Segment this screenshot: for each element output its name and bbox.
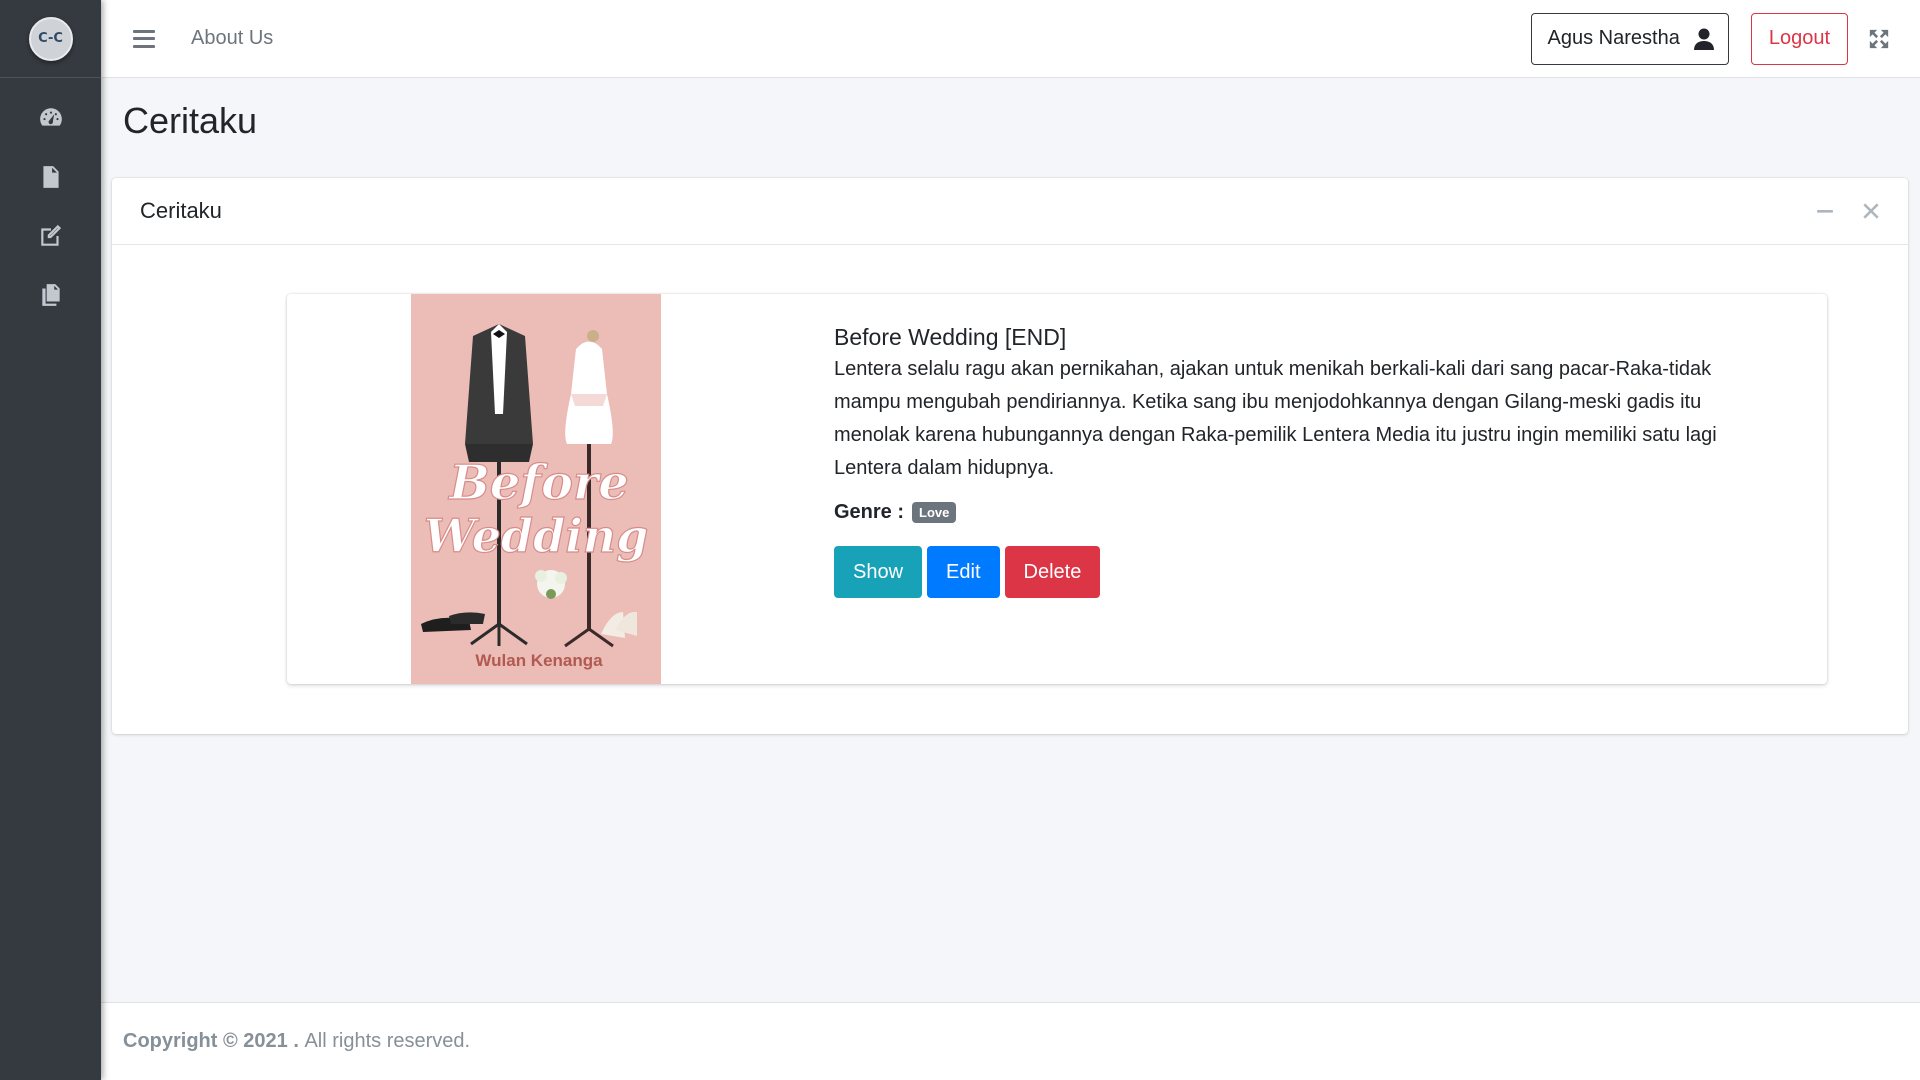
copy-icon [41, 283, 60, 306]
footer-copyright: Copyright © 2021 . [123, 1030, 299, 1052]
story-card: Before Wedding Wulan Kenanga Before Wedd… [287, 294, 1827, 684]
top-navbar: About Us Agus Narestha Logout [101, 0, 1920, 78]
card-header: Ceritaku [112, 178, 1908, 245]
cover-author: Wulan Kenanga [475, 651, 603, 670]
sidebar-nav [0, 78, 101, 324]
tachometer-icon [39, 107, 62, 126]
cover-title-line1: Before [447, 455, 629, 511]
edit-button[interactable]: Edit [927, 546, 1000, 598]
sidebar-item-dashboard[interactable] [0, 88, 101, 147]
delete-button[interactable]: Delete [1004, 546, 1101, 598]
sidebar-item-collection[interactable] [0, 265, 101, 324]
brand[interactable]: C-C [0, 0, 101, 78]
footer-rights: All rights reserved. [304, 1030, 471, 1052]
collapse-button[interactable] [1816, 202, 1834, 220]
fullscreen-button[interactable] [1868, 28, 1890, 50]
story-cover-image[interactable]: Before Wedding Wulan Kenanga [411, 294, 661, 684]
user-name: Agus Narestha [1547, 27, 1680, 49]
page-title: Ceritaku [123, 100, 258, 141]
genre-label: Genre : [834, 501, 905, 523]
genre-badge: Love [912, 502, 957, 523]
file-icon [42, 165, 59, 188]
story-details: Before Wedding [END] Lentera selalu ragu… [834, 321, 1754, 598]
card-title: Ceritaku [140, 198, 222, 223]
brand-logo[interactable]: C-C [28, 16, 73, 61]
stories-card: Ceritaku Before Wedding Wulan Kenanga Be… [112, 178, 1908, 734]
remove-button[interactable] [1862, 202, 1880, 220]
close-icon [1863, 203, 1879, 219]
story-title: Before Wedding [END] [834, 324, 1067, 350]
story-actions: Show Edit Delete [834, 546, 1754, 598]
user-button[interactable]: Agus Narestha [1530, 12, 1729, 65]
cover-title-line2: Wedding [424, 509, 649, 563]
card-tools [1816, 202, 1880, 220]
genre-row: Genre : Love [834, 501, 1754, 524]
sidebar: C-C [0, 0, 101, 1080]
about-us-link[interactable]: About Us [191, 27, 273, 50]
navbar-right: Agus Narestha Logout [1530, 12, 1920, 65]
sidebar-item-write[interactable] [0, 206, 101, 265]
show-button[interactable]: Show [834, 546, 923, 598]
expand-icon [1869, 29, 1889, 48]
story-description: Lentera selalu ragu akan pernikahan, aja… [834, 358, 1717, 479]
book-cover-illustration: Before Wedding Wulan Kenanga [411, 294, 661, 684]
sidebar-item-stories[interactable] [0, 147, 101, 206]
minus-icon [1817, 210, 1833, 213]
logout-button[interactable]: Logout [1750, 12, 1848, 65]
footer: Copyright © 2021 . All rights reserved. [101, 1002, 1920, 1080]
edit-icon [40, 224, 61, 246]
user-icon [1693, 28, 1714, 50]
menu-toggle-button[interactable] [133, 29, 155, 48]
bars-icon [133, 29, 155, 33]
